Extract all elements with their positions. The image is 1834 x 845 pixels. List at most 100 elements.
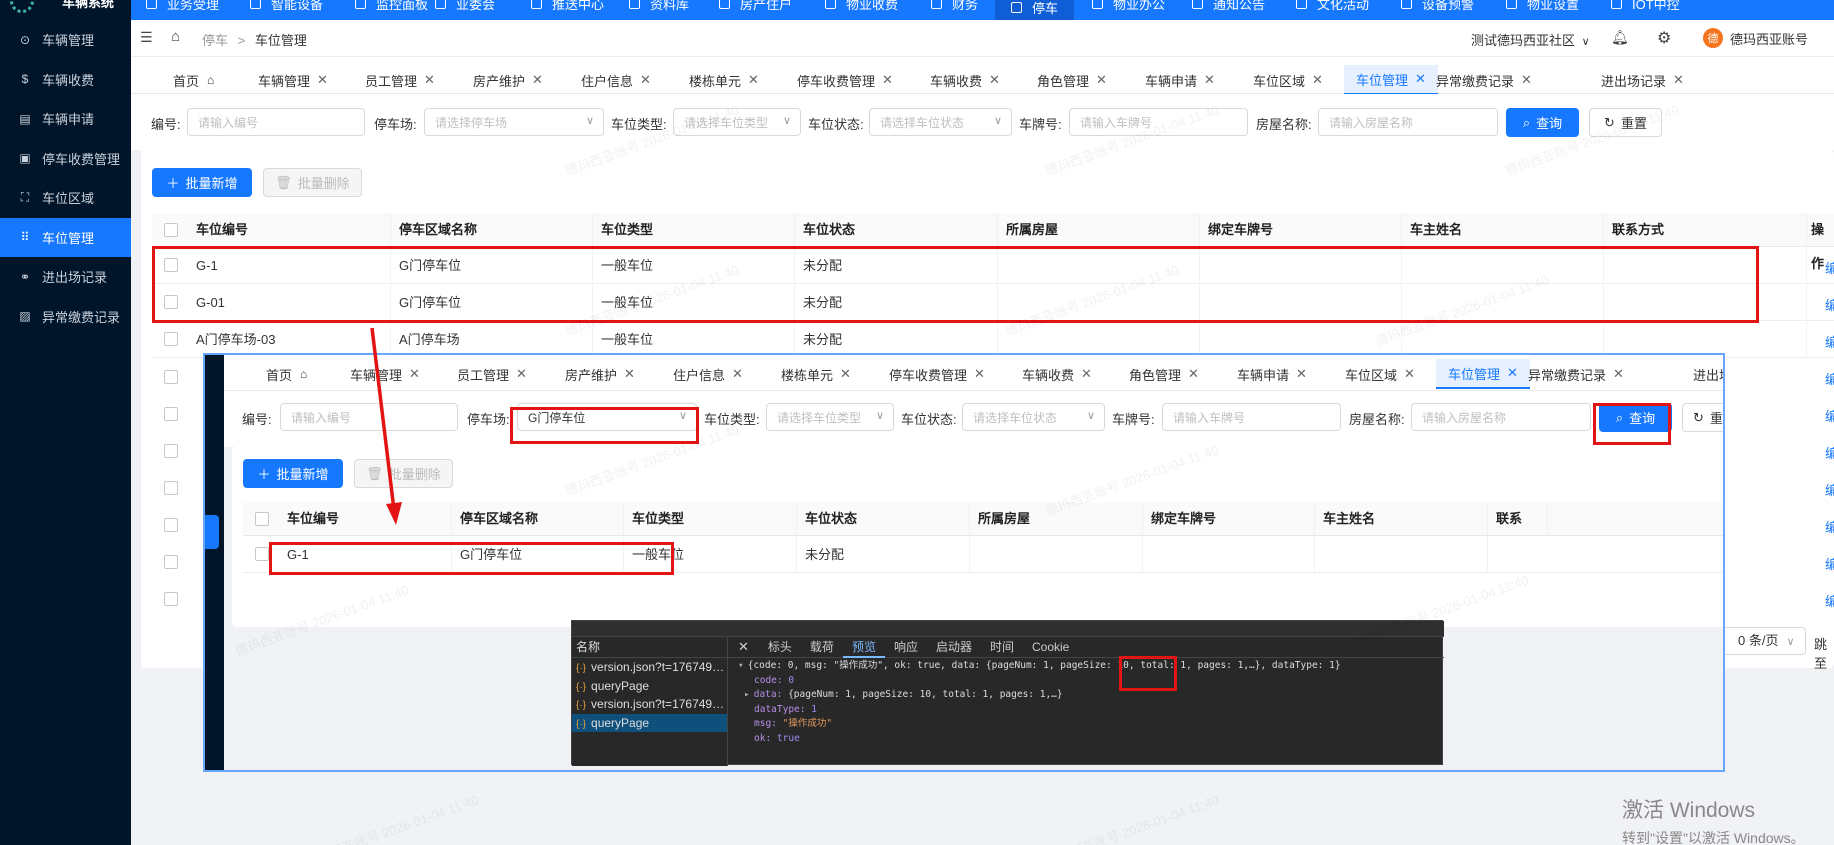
edit-link[interactable]: 编 bbox=[1825, 332, 1834, 351]
tab-parking-space-management[interactable]: 车位管理 ✕ bbox=[1344, 65, 1438, 95]
close-icon[interactable]: ✕ bbox=[1188, 366, 1199, 382]
row-checkbox[interactable] bbox=[164, 407, 178, 421]
sidebar-item-abnormal-payment-records[interactable]: ▨ 异常缴费记录 bbox=[0, 297, 131, 337]
status-select[interactable]: 请选择车位状态 ∨ bbox=[869, 108, 1012, 136]
code-input[interactable]: 请输入编号 bbox=[187, 108, 365, 136]
tab-resident-info[interactable]: 住户信息 ✕ bbox=[581, 65, 651, 95]
tab-parking-area[interactable]: 车位区域 ✕ bbox=[1253, 65, 1323, 95]
close-icon[interactable]: ✕ bbox=[317, 72, 328, 88]
house-input[interactable]: 请输入房屋名称 bbox=[1318, 108, 1498, 136]
row-checkbox[interactable] bbox=[164, 555, 178, 569]
breadcrumb-parent[interactable]: 停车 bbox=[202, 33, 228, 48]
topnav-item[interactable]: 物业收费 bbox=[825, 0, 898, 13]
tab-parking-fee-management[interactable]: 停车收费管理 ✕ bbox=[797, 65, 893, 95]
reset-button[interactable]: ↻ 重置 bbox=[1589, 108, 1662, 137]
edit-link[interactable]: 编 bbox=[1825, 369, 1834, 388]
edit-link[interactable]: 编 bbox=[1825, 406, 1834, 425]
tab-property-maintenance[interactable]: 房产维护 ✕ bbox=[473, 65, 543, 95]
row-checkbox[interactable] bbox=[164, 481, 178, 495]
edit-link[interactable]: 编 bbox=[1825, 295, 1834, 314]
topnav-item[interactable]: 业务受理 bbox=[146, 0, 219, 13]
close-icon[interactable]: ✕ bbox=[1507, 365, 1518, 381]
topnav-item[interactable]: 财务 bbox=[931, 0, 978, 13]
edit-link[interactable]: 编 bbox=[1825, 517, 1834, 536]
lot-select[interactable]: G门停车位 ∨ bbox=[517, 403, 697, 431]
menu-fold-icon[interactable]: ☰ bbox=[140, 29, 153, 46]
request-item[interactable]: {·} version.json?t=176749… bbox=[572, 695, 727, 714]
tab-role-management[interactable]: 角色管理 ✕ bbox=[1037, 65, 1107, 95]
sidebar-item-vehicle-charges[interactable]: $ 车辆收费 bbox=[0, 60, 131, 100]
page-size-select[interactable]: 0 条/页 ∨ bbox=[1721, 627, 1806, 655]
tab-abnormal-payment-records[interactable]: 异常缴费记录 ✕ bbox=[1436, 65, 1532, 95]
select-all-checkbox[interactable] bbox=[255, 512, 269, 526]
community-select[interactable]: 测试德玛西亚社区 ∨ bbox=[1471, 30, 1590, 49]
devtools-tab-cookie[interactable]: Cookie bbox=[1023, 637, 1078, 658]
close-icon[interactable]: ✕ bbox=[989, 72, 1000, 88]
topnav-item[interactable]: 设备预警 bbox=[1401, 0, 1474, 13]
request-item[interactable]: {·} version.json?t=176749… bbox=[572, 658, 727, 677]
batch-add-button[interactable]: ＋ 批量新增 bbox=[152, 168, 252, 197]
close-icon[interactable]: ✕ bbox=[1613, 366, 1624, 382]
devtools-tab-initiator[interactable]: 启动器 bbox=[927, 637, 981, 658]
sidebar-item-parking-area[interactable]: ⛶ 车位区域 bbox=[0, 178, 131, 218]
sidebar-item-vehicle-management[interactable]: ⊙ 车辆管理 bbox=[0, 20, 131, 60]
topnav-item[interactable]: 推送中心 bbox=[531, 0, 604, 13]
close-icon[interactable]: ✕ bbox=[424, 72, 435, 88]
lot-select[interactable]: 请选择停车场 ∨ bbox=[424, 108, 604, 136]
tab-home[interactable]: 首页 ⌂ bbox=[173, 65, 214, 95]
row-checkbox[interactable] bbox=[164, 444, 178, 458]
topnav-item[interactable]: IOT中控 bbox=[1611, 0, 1680, 13]
tab-entry-exit-records[interactable]: 进出场 bbox=[1693, 359, 1723, 389]
close-icon[interactable]: ✕ bbox=[882, 72, 893, 88]
close-icon[interactable]: ✕ bbox=[1296, 366, 1307, 382]
close-icon[interactable]: ✕ bbox=[532, 72, 543, 88]
topnav-item[interactable]: 房产住户 bbox=[719, 0, 792, 13]
close-icon[interactable]: ✕ bbox=[1081, 366, 1092, 382]
tab-building-unit[interactable]: 楼栋单元 ✕ bbox=[689, 65, 759, 95]
close-icon[interactable]: ✕ bbox=[1673, 72, 1684, 88]
select-all-checkbox[interactable] bbox=[164, 223, 178, 237]
row-checkbox[interactable] bbox=[164, 370, 178, 384]
row-checkbox[interactable] bbox=[164, 258, 178, 272]
tab-parking-space-management[interactable]: 车位管理 ✕ bbox=[1436, 359, 1530, 389]
edit-link[interactable]: 编 bbox=[1825, 554, 1834, 573]
sidebar-item-parking-space-management[interactable]: ⠿ 车位管理 bbox=[0, 217, 131, 257]
row-checkbox[interactable] bbox=[164, 518, 178, 532]
close-icon[interactable]: ✕ bbox=[728, 639, 759, 655]
close-icon[interactable]: ✕ bbox=[1096, 72, 1107, 88]
batch-delete-button[interactable]: 🗑︎ 批量删除 bbox=[263, 168, 362, 197]
tab-role-management[interactable]: 角色管理 ✕ bbox=[1129, 359, 1199, 389]
close-icon[interactable]: ✕ bbox=[1404, 366, 1415, 382]
row-checkbox[interactable] bbox=[255, 547, 269, 561]
home-icon[interactable]: ⌂ bbox=[171, 28, 180, 45]
gear-icon[interactable]: ⚙ bbox=[1657, 28, 1671, 48]
topnav-item[interactable]: 文化活动 bbox=[1296, 0, 1369, 13]
close-icon[interactable]: ✕ bbox=[1521, 72, 1532, 88]
sidebar-item-vehicle-application[interactable]: ▤ 车辆申请 bbox=[0, 99, 131, 139]
close-icon[interactable]: ✕ bbox=[840, 366, 851, 382]
reset-button[interactable]: ↻ 重 bbox=[1682, 403, 1723, 432]
topnav-item[interactable]: 通知公告 bbox=[1192, 0, 1265, 13]
close-icon[interactable]: ✕ bbox=[1204, 72, 1215, 88]
tab-abnormal-payment-records[interactable]: 异常缴费记录 ✕ bbox=[1528, 359, 1624, 389]
close-icon[interactable]: ✕ bbox=[732, 366, 743, 382]
status-select[interactable]: 请选择车位状态 ∨ bbox=[962, 403, 1105, 431]
close-icon[interactable]: ✕ bbox=[409, 366, 420, 382]
close-icon[interactable]: ✕ bbox=[516, 366, 527, 382]
type-select[interactable]: 请选择车位类型 ∨ bbox=[673, 108, 801, 136]
topnav-item[interactable]: 物业设置 bbox=[1506, 0, 1579, 13]
topnav-item[interactable]: 物业办公 bbox=[1092, 0, 1165, 13]
edit-link[interactable]: 编 bbox=[1825, 480, 1834, 499]
devtools-tab-headers[interactable]: 标头 bbox=[759, 637, 801, 658]
edit-link[interactable]: 编 bbox=[1825, 591, 1834, 610]
tab-staff-management[interactable]: 员工管理 ✕ bbox=[365, 65, 435, 95]
close-icon[interactable]: ✕ bbox=[974, 366, 985, 382]
sidebar-item-parking-fee-management[interactable]: ▣ 停车收费管理 bbox=[0, 139, 131, 179]
topnav-item[interactable]: 资料库 bbox=[629, 0, 689, 13]
tab-staff-management[interactable]: 员工管理 ✕ bbox=[457, 359, 527, 389]
user-menu[interactable]: 德 德玛西亚账号 bbox=[1703, 28, 1808, 48]
tab-vehicle-charges[interactable]: 车辆收费 ✕ bbox=[1022, 359, 1092, 389]
close-icon[interactable]: ✕ bbox=[640, 72, 651, 88]
devtools-tab-payload[interactable]: 载荷 bbox=[801, 637, 843, 658]
topnav-item[interactable]: 监控面板 bbox=[355, 0, 428, 13]
